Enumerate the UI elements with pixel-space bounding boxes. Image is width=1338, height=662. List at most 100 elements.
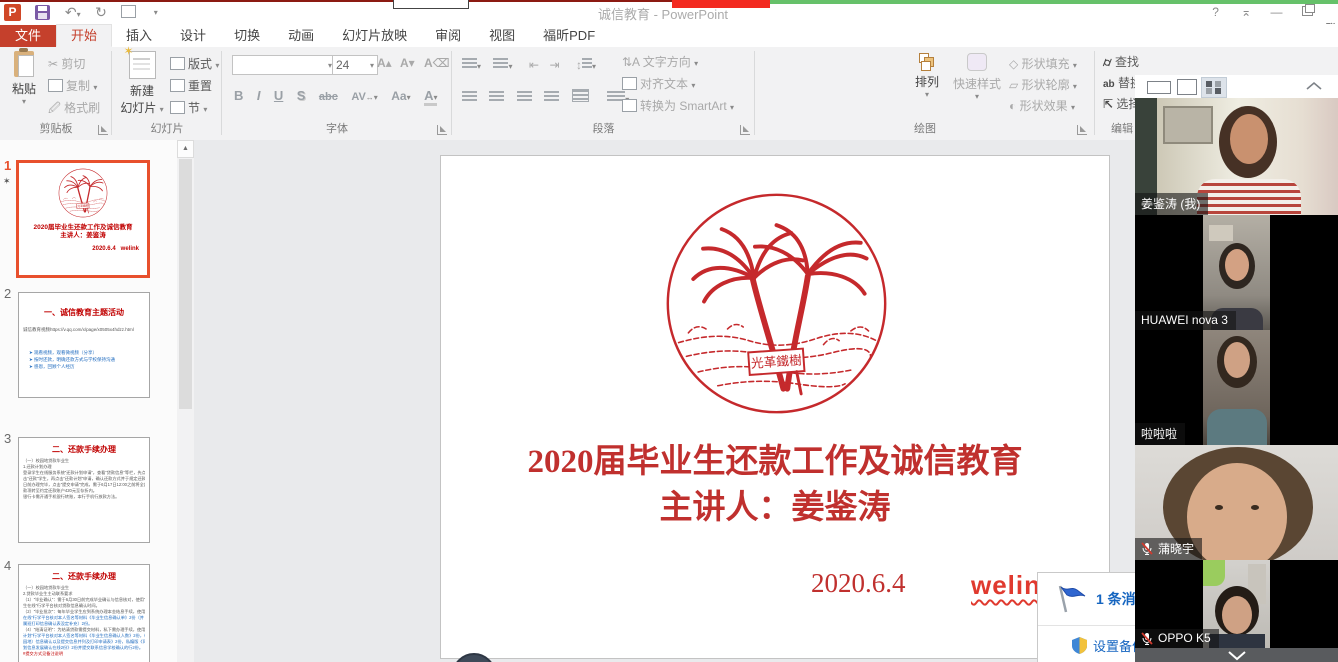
shape-outline-button[interactable]: ▱ 形状轮廓 ▾ [1009,76,1077,93]
tab-插入[interactable]: 插入 [112,25,166,47]
text-direction-button[interactable]: ⇅A 文字方向 ▾ [622,53,698,70]
grow-font-button[interactable]: A▴ [377,56,392,70]
ribbon-display-button[interactable]: ⌅ [1233,5,1259,19]
strikethrough-button[interactable]: abc [319,91,338,103]
align-text-button[interactable]: 对齐文本 ▾ [622,75,695,92]
slide-canvas[interactable]: 2020届毕业生还款工作及诚信教育 主讲人：姜鉴涛 2020.6.4 welin… [440,155,1110,659]
powerpoint-app-icon[interactable]: P [4,4,21,21]
tab-切换[interactable]: 切换 [220,25,274,47]
collapse-ribbon-chevron-icon[interactable] [1305,81,1323,91]
group-slides: 新建 幻灯片 ▾ 版式 ▾ 重置 节 ▾ 幻灯片 [112,47,222,139]
thumbnail-scrollbar[interactable]: ▲ [177,140,195,662]
tab-审阅[interactable]: 审阅 [421,25,475,47]
tab-动画[interactable]: 动画 [274,25,328,47]
align-center-button[interactable] [489,91,504,102]
help-button[interactable]: ? [1203,5,1229,19]
clipboard-dialog-launcher[interactable] [98,125,108,135]
tab-幻灯片放映[interactable]: 幻灯片放映 [328,25,421,47]
font-style-row: B I U S abc AV↔▾ Aa▾ A▾ [234,87,446,105]
find-button[interactable]: ⌭ 查找 [1103,53,1139,70]
welink-window-edge [770,0,1338,4]
more-participants-bar[interactable] [1135,648,1338,662]
window-fragment [393,0,469,9]
minimize-button[interactable]: — [1264,5,1290,19]
slide-thumbnail-3[interactable]: 二、还款手续办理 （一）校园地贷款毕业生1.还款计划办理登录学生在线服务系统“还… [18,437,150,543]
font-size-combo[interactable]: 24▾ [332,55,378,75]
copy-icon [48,79,63,92]
bold-button[interactable]: B [234,88,243,103]
cut-button[interactable]: ✂ 剪切 [48,55,85,72]
slide-thumbnail-2[interactable]: 一、诚信教育主题活动 诚信教育视频https://v.qq.com/x/page… [18,292,150,398]
tab-设计[interactable]: 设计 [166,25,220,47]
participant-label: 姜鉴涛 (我) [1135,193,1208,215]
participant-label: HUAWEI nova 3 [1135,311,1236,330]
video-tile-1[interactable]: 姜鉴涛 (我) [1135,98,1338,215]
bullets-button[interactable] [462,58,477,69]
paragraph-dialog-launcher[interactable] [740,125,750,135]
copy-button[interactable]: 复制 ▾ [48,77,97,94]
shape-fill-button[interactable]: ◇ 形状填充 ▾ [1009,55,1077,72]
video-tile-4[interactable]: 蒲晓宇 [1135,445,1338,560]
tab-福昕PDF[interactable]: 福昕PDF [529,25,609,47]
shield-icon [1072,637,1087,654]
layout-single-icon[interactable] [1177,79,1197,95]
video-tile-3[interactable]: 啦啦啦 [1135,330,1338,445]
justify-button[interactable] [544,91,559,102]
palm-tree-seal-image[interactable] [659,186,894,421]
tab-开始[interactable]: 开始 [56,24,112,47]
italic-button[interactable]: I [257,88,261,103]
top-edge-line [0,0,672,2]
shape-effects-button[interactable]: ◐ 形状效果 ▾ [1009,97,1075,114]
clear-formatting-button[interactable]: A⌫ [424,56,450,70]
group-label: 字体 [222,120,452,136]
font-name-combo[interactable]: ▾ [232,55,336,75]
scroll-thumb[interactable] [179,159,192,409]
customize-qat-button[interactable]: ▾ [154,8,158,17]
layout-grid-icon[interactable] [1201,77,1227,98]
slide-date[interactable]: 2020.6.4 [811,568,906,599]
save-button[interactable] [35,5,50,20]
section-button[interactable]: 节 ▾ [170,99,207,116]
start-slideshow-button[interactable] [121,3,139,21]
change-case-button[interactable]: Aa▾ [391,89,410,103]
reset-button[interactable]: 重置 [170,77,212,94]
restore-button[interactable] [1294,5,1320,19]
numbering-button[interactable] [493,58,508,69]
font-color-button[interactable]: A▾ [424,88,437,106]
layout-button[interactable]: 版式 ▾ [170,55,219,72]
layout-wide-icon[interactable] [1147,81,1171,94]
text-shadow-button[interactable]: S [297,88,306,103]
slide-number: 4 [4,558,11,573]
line-spacing-button[interactable]: ↕▾ [576,58,596,72]
character-spacing-button[interactable]: AV↔▾ [351,91,377,103]
drawing-dialog-launcher[interactable] [1077,125,1087,135]
scroll-up-arrow[interactable]: ▲ [177,140,194,158]
arrange-button[interactable]: 排列▾ [907,53,947,99]
convert-smartart-button[interactable]: 转换为 SmartArt ▾ [622,97,734,114]
align-right-button[interactable] [517,91,532,102]
undo-button[interactable]: ↶▾ [65,4,81,21]
format-painter-button[interactable]: 🖉 格式刷 [48,99,100,120]
new-slide-button[interactable]: 新建 幻灯片 ▾ [118,51,166,116]
layout-icon [170,57,185,70]
slide-thumbnail-4[interactable]: 二、还款手续办理 （一）校园地贷款毕业生2.贷款毕业生主动联系要求（1）“毕业确… [18,564,150,662]
redo-button[interactable]: ↻ [95,4,107,21]
tab-视图[interactable]: 视图 [475,25,529,47]
font-dialog-launcher[interactable] [437,125,447,135]
distribute-button[interactable] [572,89,589,102]
slide-title-line1[interactable]: 2020届毕业生还款工作及诚信教育 [441,440,1109,485]
align-left-button[interactable] [462,91,477,102]
video-tile-2[interactable]: HUAWEI nova 3 [1135,215,1338,330]
underline-button[interactable]: U [274,88,283,103]
flag-icon [1054,584,1088,614]
increase-indent-button[interactable]: ⇥ [549,58,559,72]
slide-title-line2[interactable]: 主讲人：姜鉴涛 [441,486,1109,531]
paste-button[interactable]: 粘贴▾ [6,51,42,106]
shrink-font-button[interactable]: A▾ [400,56,415,70]
slide-thumbnail-1[interactable]: 2020届毕业生还款工作及诚信教育 主讲人：姜鉴涛 2020.6.4 welin… [16,160,150,278]
quick-styles-button[interactable]: 快速样式▾ [951,53,1003,101]
reset-icon [170,79,185,92]
video-tile-5[interactable]: OPPO K5 [1135,560,1338,648]
decrease-indent-button[interactable]: ⇤ [529,58,539,72]
tab-文件[interactable]: 文件 [0,25,56,47]
